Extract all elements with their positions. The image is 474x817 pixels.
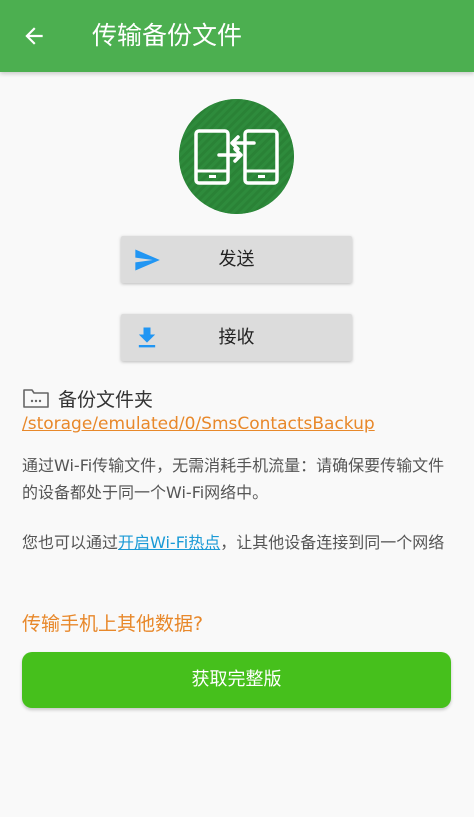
backup-folder-path-link[interactable]: /storage/emulated/0/SmsContactsBackup <box>22 414 375 434</box>
wifi-info-text: 通过Wi-Fi传输文件，无需消耗手机流量：请确保要传输文件的设备都处于同一个Wi… <box>22 456 445 502</box>
receive-button[interactable]: 接收 <box>121 314 352 361</box>
back-button[interactable] <box>14 16 54 56</box>
hotspot-info-prefix: 您也可以通过 <box>22 533 119 552</box>
promo-heading: 传输手机上其他数据? <box>22 613 204 635</box>
folder-icon <box>23 389 49 408</box>
backup-folder-header: 备份文件夹 <box>22 384 153 412</box>
hotspot-info-text: 您也可以通过开启Wi-Fi热点，让其他设备连接到同一个网络 <box>22 529 454 556</box>
get-full-version-button[interactable]: 获取完整版 <box>22 652 451 708</box>
receive-button-label: 接收 <box>218 327 255 348</box>
arrow-back-icon <box>25 27 43 45</box>
send-button-label: 发送 <box>218 249 255 270</box>
phone-transfer-icon <box>179 99 294 214</box>
send-button[interactable]: 发送 <box>121 236 352 283</box>
enable-hotspot-link[interactable]: 开启Wi-Fi热点 <box>118 533 220 552</box>
page-title: 传输备份文件 <box>92 21 243 50</box>
backup-folder-title: 备份文件夹 <box>58 388 154 411</box>
hero-badge <box>179 99 294 214</box>
app-bar: 传输备份文件 <box>0 0 474 72</box>
hotspot-info-suffix: ，让其他设备连接到同一个网络 <box>220 533 445 552</box>
